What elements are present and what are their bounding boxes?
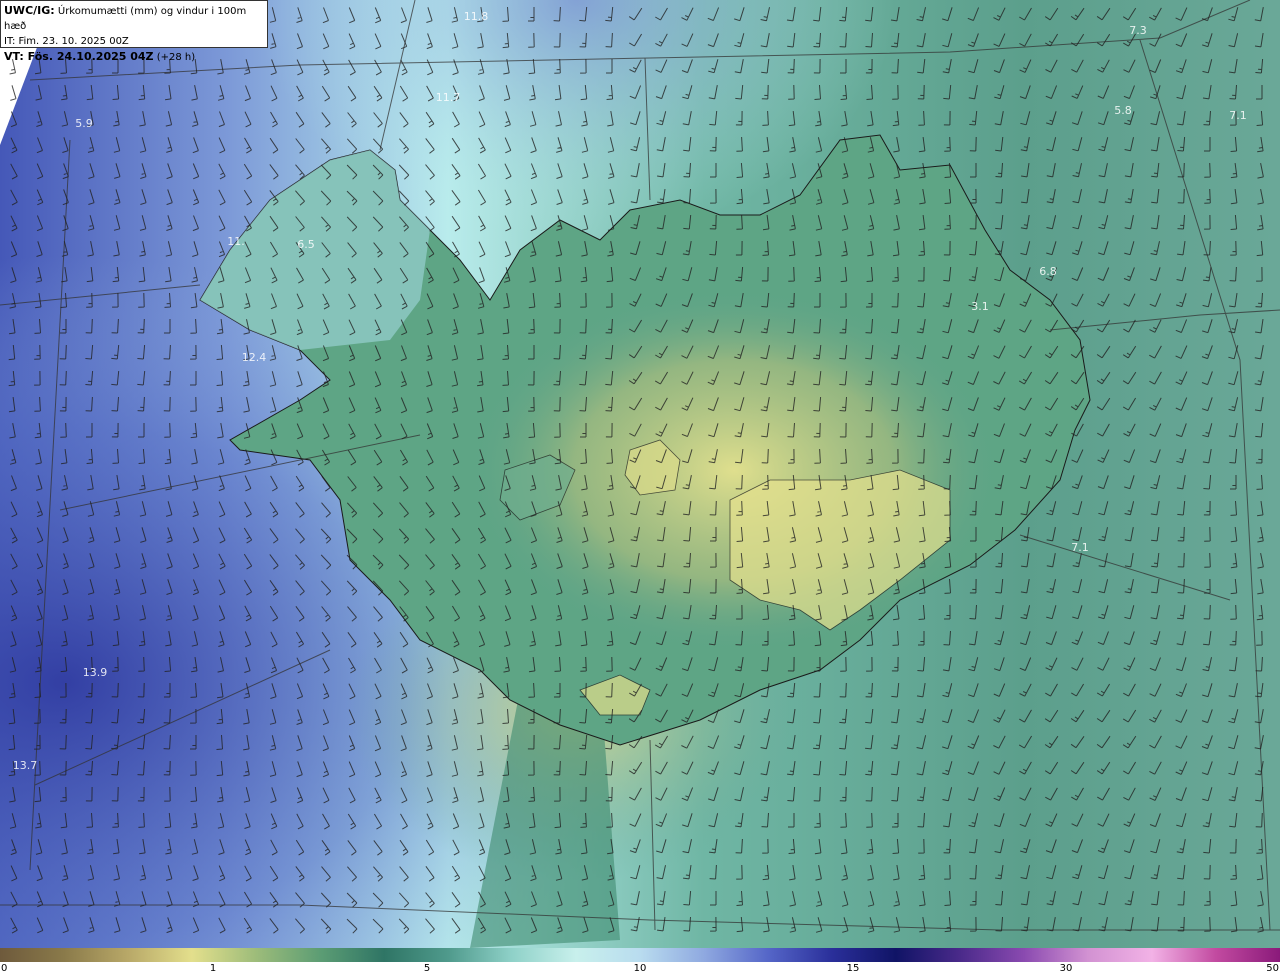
colorbar-tick: 15: [846, 963, 860, 974]
valid-time-line: VT: Fös. 24.10.2025 04Z (+28 h): [4, 49, 264, 65]
map-value-label: 11.: [227, 235, 245, 248]
map-value-label: 11.7: [436, 91, 461, 104]
map-value-label: 6.5: [297, 238, 315, 251]
map-value-label: 13.9: [83, 666, 108, 679]
map-value-label: 12.4: [242, 351, 267, 364]
valid-time: VT: Fös. 24.10.2025 04Z: [4, 50, 154, 63]
colorbar-tick: 30: [1059, 963, 1073, 974]
map-header: UWC/IG: Úrkomumætti (mm) og vindur i 100…: [0, 0, 268, 63]
colorbar-tick: 5: [423, 963, 431, 974]
colorbar-tick: 50: [1266, 963, 1279, 974]
lead-time: (+28 h): [156, 52, 196, 63]
map-value-label: 7.1: [1071, 541, 1089, 554]
colorbar-ticks: 0 1 5 10 15 30 50: [0, 962, 1280, 978]
map-value-label: 5.8: [1114, 104, 1132, 117]
colorbar-tick: 0: [1, 963, 8, 974]
map-value-label: 7.3: [1129, 24, 1147, 37]
colorbar-tick: 10: [633, 963, 647, 974]
map-value-label: 3.1: [971, 300, 989, 313]
map-value-label: 13.7: [13, 759, 38, 772]
colorbar-tick: 1: [209, 963, 217, 974]
init-time: IT: Fim. 23. 10. 2025 00Z: [4, 36, 129, 47]
product-code: UWC/IG:: [4, 4, 55, 17]
forecast-map: 11.8 7.3 5.8 7.1 5.9 11.7 11. 6.5 6.8 3.1 12.4 7.1 1…: [0, 0, 1280, 948]
map-value-label: 5.9: [75, 117, 93, 130]
map-value-label: 7.1: [1229, 109, 1247, 122]
map-value-label: 6.8: [1039, 265, 1057, 278]
colorbar: [0, 948, 1280, 962]
map-value-label: 11.8: [464, 10, 489, 23]
header-title-line: UWC/IG: Úrkomumætti (mm) og vindur i 100…: [4, 3, 264, 34]
